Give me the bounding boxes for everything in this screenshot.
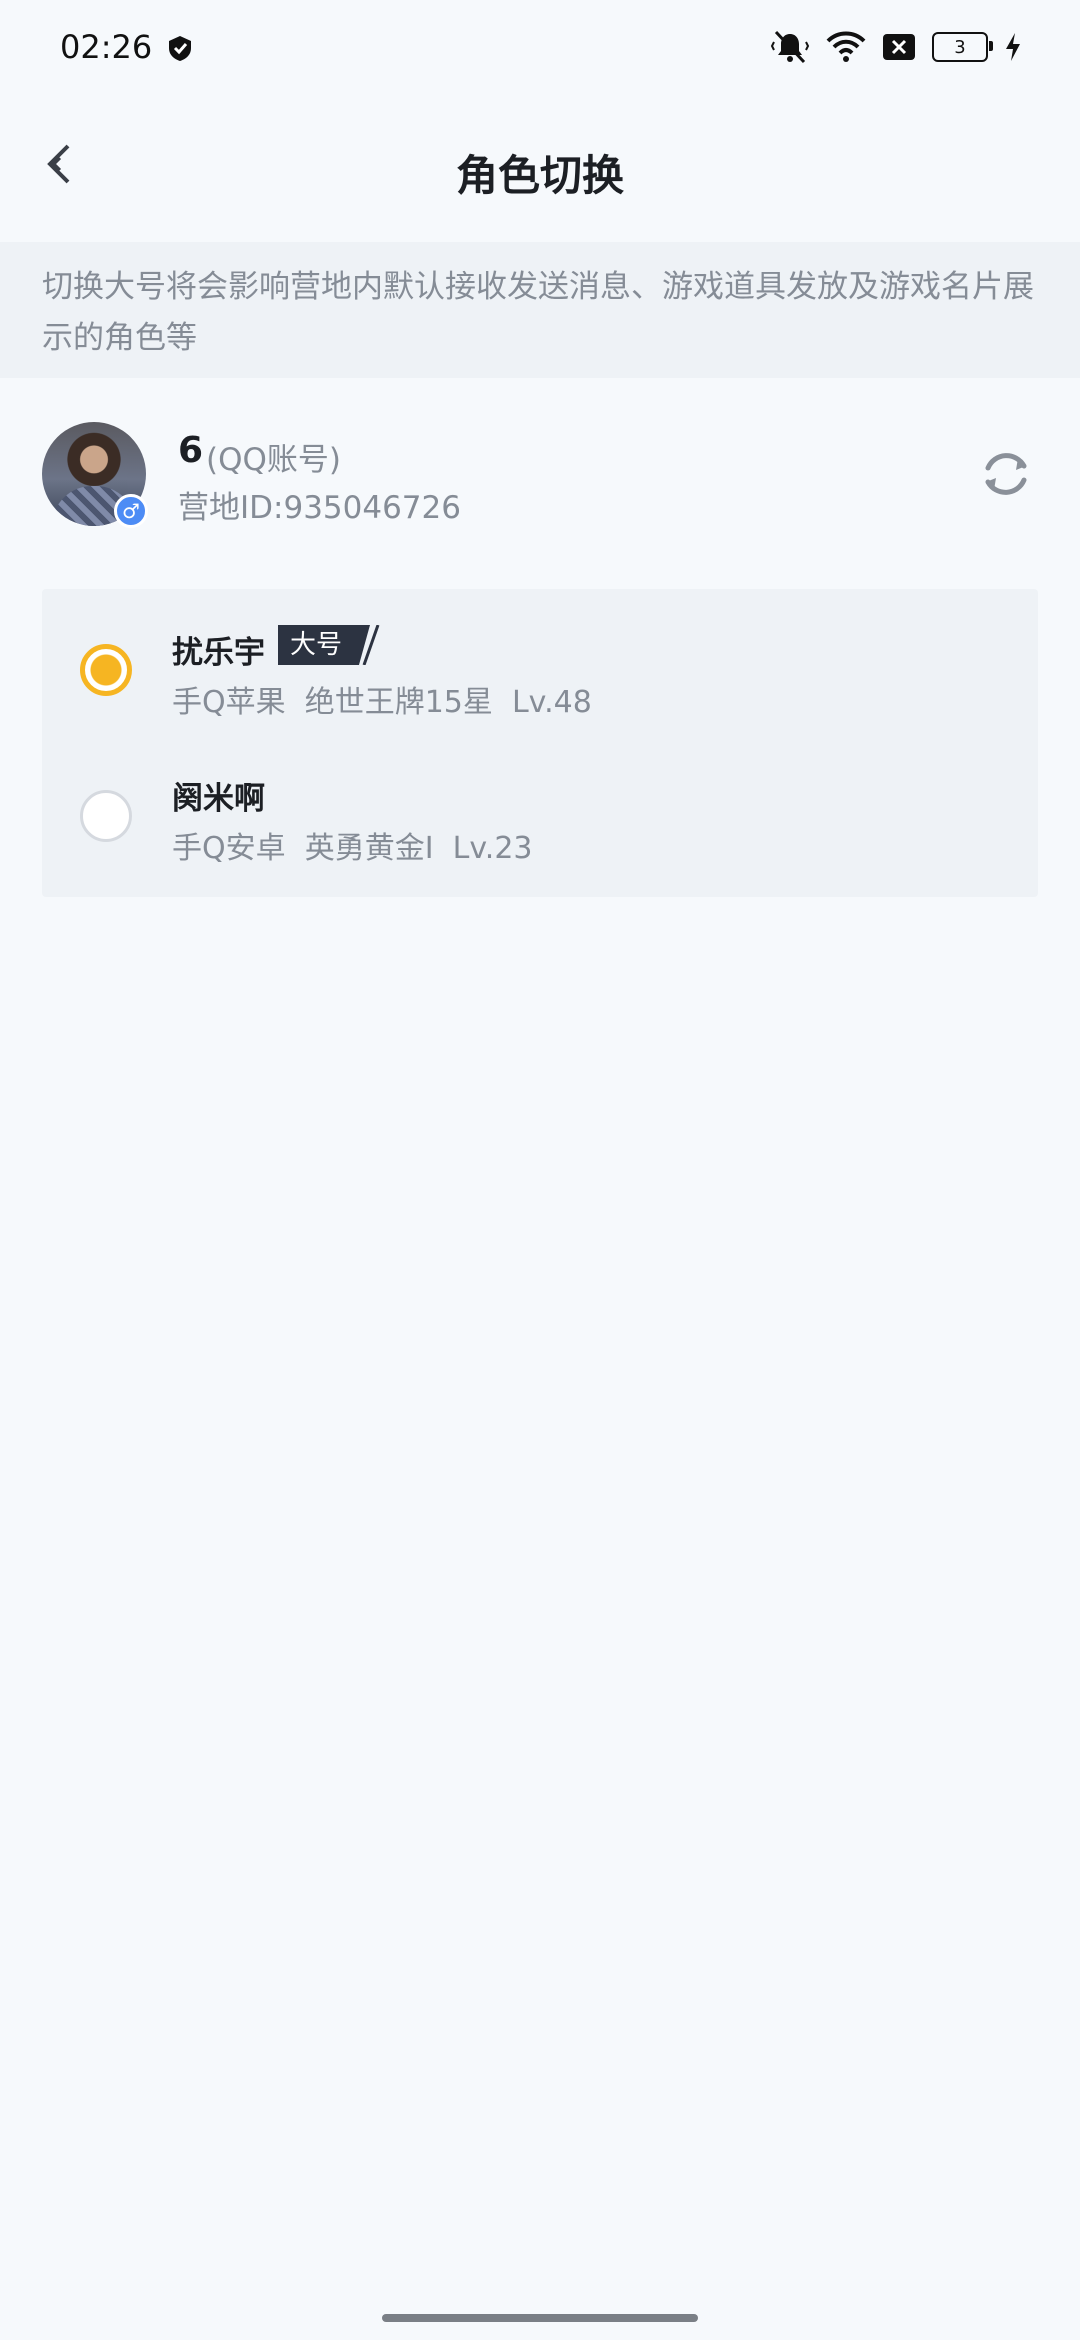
camp-id-value: 935046726 [283,490,461,526]
notice-banner: 切换大号将会影响营地内默认接收发送消息、游戏道具发放及游戏名片展示的角色等 [0,242,1080,378]
home-indicator[interactable] [382,2314,698,2322]
status-bar: 02:26 3 [0,0,1080,96]
camp-id-label: 营地ID: [178,490,284,526]
account-section: ♂ 6 (QQ账号) 营地ID:935046726 [0,378,1080,588]
radio-selected[interactable] [80,644,132,696]
wifi-icon [826,31,866,62]
role-item[interactable]: 扰乐宇 大号 手Q苹果 绝世王牌15星 Lv.48 [42,597,1038,743]
badge-slash-icon [362,625,380,665]
battery-icon: 3 [932,32,993,62]
gender-symbol: ♂ [122,499,140,523]
radio-unselected[interactable] [80,790,132,842]
mute-vibrate-icon [770,30,810,64]
sim-error-icon [883,34,915,60]
charging-icon [1006,33,1020,61]
refresh-button[interactable] [976,444,1036,504]
status-time: 02:26 [60,28,153,66]
shield-icon [169,36,191,61]
page-title: 角色切换 [455,151,624,200]
role-list: 扰乐宇 大号 手Q苹果 绝世王牌15星 Lv.48 阕米啊 手Q安卓 英勇黄金I… [42,589,1038,897]
account-name: 6 [178,430,204,471]
role-name: 扰乐宇 [172,635,265,671]
male-icon: ♂ [114,494,148,528]
status-icons: 3 [770,30,1022,64]
header: 角色切换 [0,96,1080,242]
camp-id: 营地ID:935046726 [178,482,461,527]
role-platform: 手Q安卓 英勇黄金I Lv.23 [172,831,533,866]
notice-text: 切换大号将会影响营地内默认接收发送消息、游戏道具发放及游戏名片展示的角色等 [42,269,1034,356]
role-name: 阕米啊 [172,781,265,817]
role-item[interactable]: 阕米啊 手Q安卓 英勇黄金I Lv.23 [42,743,1038,889]
battery-level: 3 [954,36,966,58]
account-type: (QQ账号) [206,442,341,478]
role-platform: 手Q苹果 绝世王牌15星 Lv.48 [172,685,592,720]
